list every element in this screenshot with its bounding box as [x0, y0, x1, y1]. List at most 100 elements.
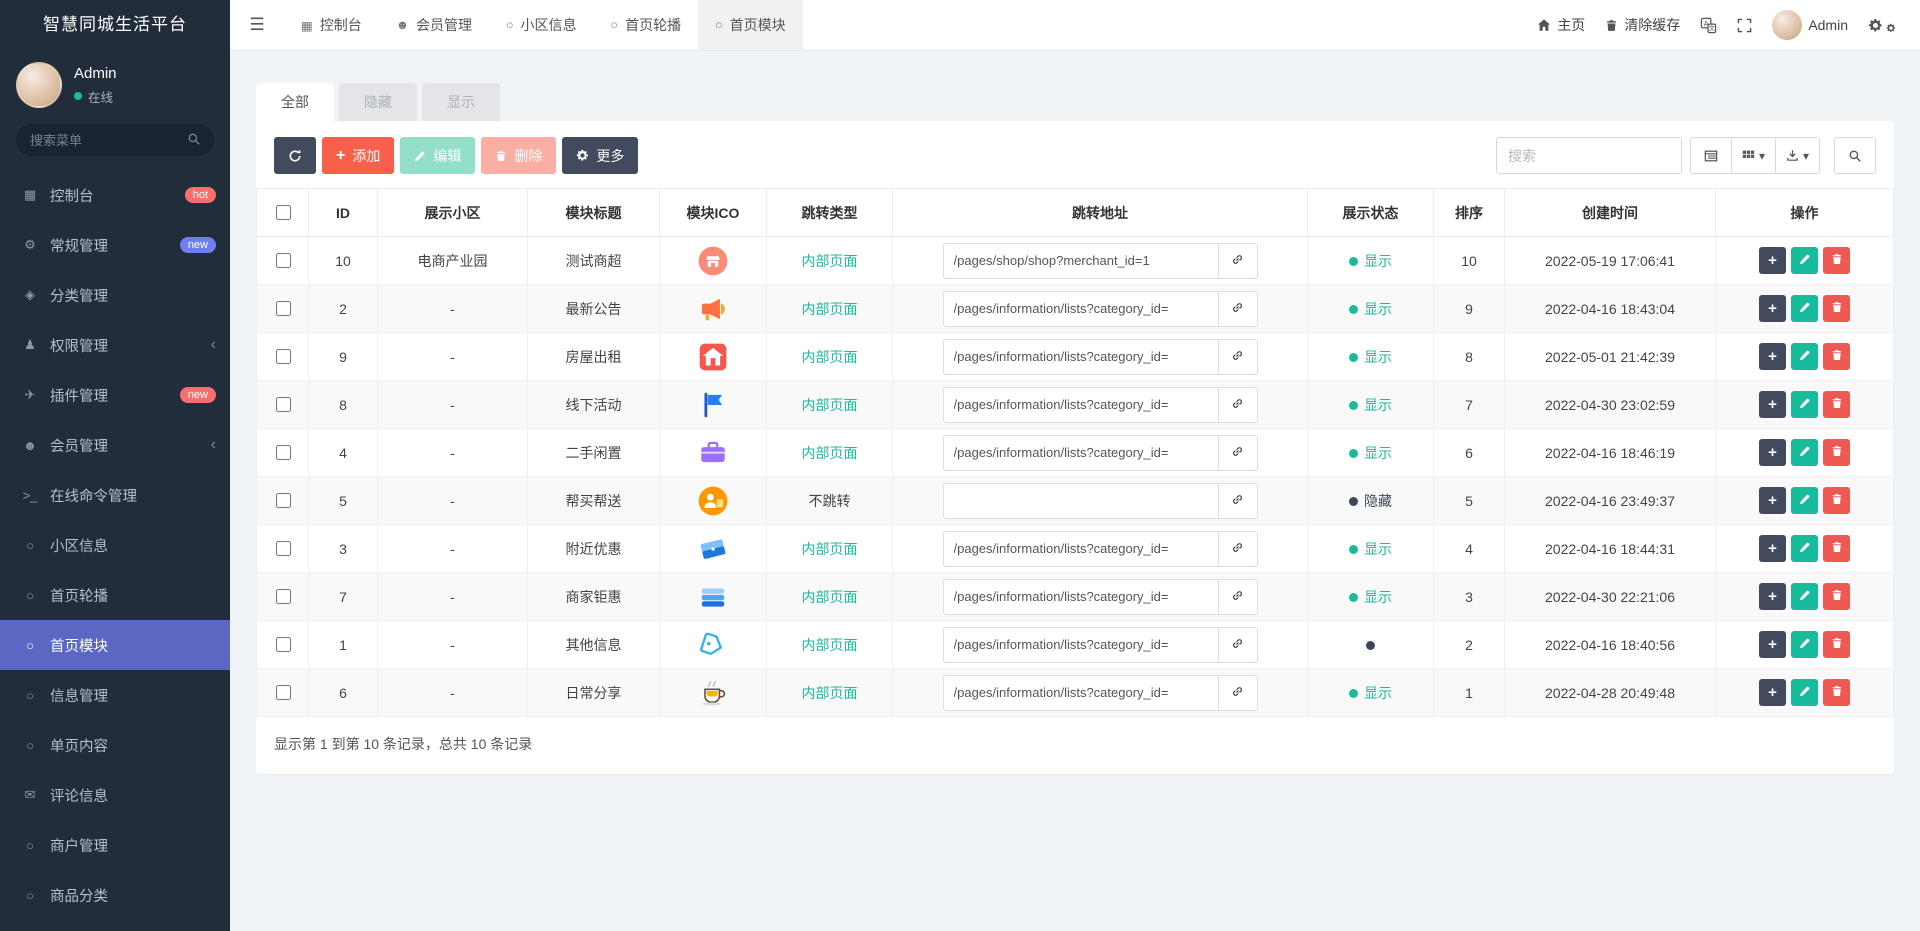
row-delete-button[interactable]	[1823, 247, 1850, 274]
jump-url-input[interactable]	[942, 242, 1219, 279]
row-edit-button[interactable]	[1791, 679, 1818, 706]
status-toggle[interactable]: 显示	[1307, 428, 1434, 477]
sidebar-item[interactable]: >_ 在线命令管理	[0, 470, 230, 520]
row-edit-button[interactable]	[1791, 439, 1818, 466]
filter-tab[interactable]: 全部	[256, 83, 334, 121]
jump-url-input[interactable]	[942, 386, 1219, 423]
hamburger-icon[interactable]: ☰	[230, 0, 284, 50]
row-edit-button[interactable]	[1791, 631, 1818, 658]
row-edit-button[interactable]	[1791, 535, 1818, 562]
sidebar-item[interactable]: ☻ 会员管理 ‹	[0, 420, 230, 470]
jump-url-input[interactable]	[942, 674, 1219, 711]
row-add-button[interactable]: +	[1759, 535, 1786, 562]
topbar-tab[interactable]: ○ 小区信息	[489, 0, 594, 50]
row-add-button[interactable]: +	[1759, 583, 1786, 610]
status-toggle[interactable]: 显示	[1307, 572, 1434, 621]
sidebar-item[interactable]: ▦ 控制台 hot	[0, 170, 230, 220]
jump-url-input[interactable]	[942, 482, 1219, 519]
jump-url-input[interactable]	[942, 530, 1219, 567]
refresh-button[interactable]	[274, 137, 316, 174]
row-edit-button[interactable]	[1791, 487, 1818, 514]
search-toggle-button[interactable]	[1834, 137, 1876, 174]
filter-tab[interactable]: 隐藏	[339, 83, 417, 121]
row-checkbox[interactable]	[275, 397, 291, 412]
jump-url-input[interactable]	[942, 290, 1219, 327]
jump-url-input[interactable]	[942, 434, 1219, 471]
select-all-checkbox[interactable]	[275, 205, 291, 220]
sidebar-item[interactable]: ○ 首页模块	[0, 620, 230, 670]
status-toggle[interactable]: 隐藏	[1307, 476, 1434, 525]
status-toggle[interactable]: 显示	[1307, 236, 1434, 285]
row-delete-button[interactable]	[1823, 439, 1850, 466]
row-delete-button[interactable]	[1823, 487, 1850, 514]
row-delete-button[interactable]	[1823, 343, 1850, 370]
export-button[interactable]: ▾	[1774, 137, 1820, 174]
sidebar-item[interactable]: ○ 信息管理	[0, 670, 230, 720]
sidebar-item[interactable]: ○ 首页轮播	[0, 570, 230, 620]
row-add-button[interactable]: +	[1759, 487, 1786, 514]
row-add-button[interactable]: +	[1759, 247, 1786, 274]
settings-gears-icon[interactable]	[1868, 17, 1896, 33]
topbar-tab[interactable]: ○ 首页轮播	[594, 0, 699, 50]
avatar[interactable]	[16, 62, 62, 108]
link-button[interactable]	[1217, 386, 1258, 423]
row-add-button[interactable]: +	[1759, 631, 1786, 658]
clear-cache-link[interactable]: 清除缓存	[1605, 15, 1680, 35]
home-link[interactable]: 主页	[1537, 15, 1585, 35]
row-edit-button[interactable]	[1791, 295, 1818, 322]
sidebar-item[interactable]: ⚙ 常规管理 new	[0, 220, 230, 270]
more-button[interactable]: 更多	[562, 137, 639, 174]
row-checkbox[interactable]	[275, 493, 291, 508]
link-button[interactable]	[1217, 578, 1258, 615]
panel-view-button[interactable]	[1689, 137, 1732, 174]
jump-url-input[interactable]	[942, 578, 1219, 615]
status-toggle[interactable]: 显示	[1307, 380, 1434, 429]
status-toggle[interactable]	[1307, 620, 1434, 669]
delete-button[interactable]: 删除	[481, 137, 557, 174]
row-checkbox[interactable]	[275, 253, 291, 268]
link-button[interactable]	[1217, 626, 1258, 663]
row-delete-button[interactable]	[1823, 631, 1850, 658]
row-add-button[interactable]: +	[1759, 439, 1786, 466]
row-delete-button[interactable]	[1823, 535, 1850, 562]
link-button[interactable]	[1217, 482, 1258, 519]
sidebar-item[interactable]: ◈ 分类管理	[0, 270, 230, 320]
row-checkbox[interactable]	[275, 589, 291, 604]
sidebar-item[interactable]: ♟ 权限管理 ‹	[0, 320, 230, 370]
row-add-button[interactable]: +	[1759, 343, 1786, 370]
row-edit-button[interactable]	[1791, 583, 1818, 610]
row-checkbox[interactable]	[275, 445, 291, 460]
status-toggle[interactable]: 显示	[1307, 284, 1434, 333]
row-edit-button[interactable]	[1791, 343, 1818, 370]
status-toggle[interactable]: 显示	[1307, 332, 1434, 381]
link-button[interactable]	[1217, 338, 1258, 375]
table-search-input[interactable]	[1495, 137, 1682, 174]
link-button[interactable]	[1217, 434, 1258, 471]
topbar-user[interactable]: Admin	[1772, 10, 1848, 40]
row-checkbox[interactable]	[275, 349, 291, 364]
row-delete-button[interactable]	[1823, 583, 1850, 610]
row-delete-button[interactable]	[1823, 391, 1850, 418]
row-checkbox[interactable]	[275, 637, 291, 652]
sidebar-item[interactable]: ○ 商户管理	[0, 820, 230, 870]
fullscreen-icon[interactable]	[1737, 18, 1752, 33]
row-edit-button[interactable]	[1791, 247, 1818, 274]
row-checkbox[interactable]	[275, 301, 291, 316]
row-delete-button[interactable]	[1823, 679, 1850, 706]
sidebar-item[interactable]: ✈ 插件管理 new	[0, 370, 230, 420]
sidebar-item[interactable]: ✉ 评论信息	[0, 770, 230, 820]
filter-tab[interactable]: 显示	[422, 83, 500, 121]
add-button[interactable]: + 添加	[322, 137, 395, 174]
menu-search-input[interactable]	[16, 124, 214, 156]
link-button[interactable]	[1217, 290, 1258, 327]
topbar-tab[interactable]: ▦ 控制台	[284, 0, 379, 50]
columns-button[interactable]: ▾	[1730, 137, 1776, 174]
link-button[interactable]	[1217, 530, 1258, 567]
row-add-button[interactable]: +	[1759, 679, 1786, 706]
status-toggle[interactable]: 显示	[1307, 524, 1434, 573]
row-checkbox[interactable]	[275, 685, 291, 700]
row-delete-button[interactable]	[1823, 295, 1850, 322]
row-add-button[interactable]: +	[1759, 391, 1786, 418]
language-icon[interactable]: A文	[1700, 17, 1717, 34]
link-button[interactable]	[1217, 674, 1258, 711]
